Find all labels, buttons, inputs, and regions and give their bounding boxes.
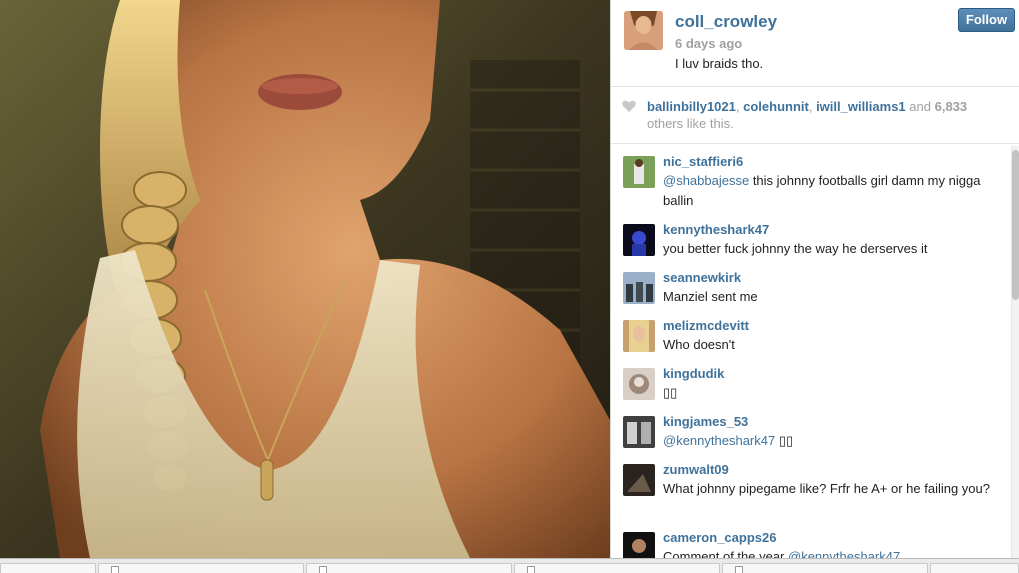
post-timestamp: 6 days ago — [675, 36, 743, 51]
comment-text: What johnny pipegame like? Frfr he A+ or… — [663, 479, 998, 499]
comment-text: @shabbajesse this johnny footballs girl … — [663, 171, 998, 211]
comment-text: you better fuck johnny the way he derser… — [663, 239, 998, 259]
comment-username[interactable]: melizmcdevitt — [663, 318, 749, 333]
taskbar — [0, 558, 1019, 573]
likes-count[interactable]: 6,833 — [935, 99, 968, 114]
taskbar-tab[interactable] — [0, 563, 96, 573]
owner-username[interactable]: coll_crowley — [675, 12, 777, 32]
likes-divider — [611, 143, 1019, 144]
likes-summary: ballinbilly1021, colehunnit, iwill_willi… — [611, 87, 1019, 143]
commenter-avatar[interactable] — [623, 464, 655, 496]
comment-text: Manziel sent me — [663, 287, 998, 307]
follow-button[interactable]: Follow — [958, 8, 1015, 32]
comment-text: ▯▯ — [663, 383, 998, 403]
comment-body: ▯▯ — [663, 385, 678, 400]
comment-body: Comment of the year — [663, 549, 788, 558]
commenter-avatar[interactable] — [623, 156, 655, 188]
comment-body: Manziel sent me — [663, 289, 758, 304]
comment-body: you better fuck johnny the way he derser… — [663, 241, 928, 256]
comment-username[interactable]: kennytheshark47 — [663, 222, 769, 237]
liker-link[interactable]: ballinbilly1021 — [647, 99, 736, 114]
liker-link[interactable]: iwill_williams1 — [816, 99, 906, 114]
post-details-panel: coll_crowley 6 days ago I luv braids tho… — [610, 0, 1019, 558]
comment-username[interactable]: cameron_capps26 — [663, 530, 776, 545]
document-icon — [527, 566, 535, 573]
commenter-avatar[interactable] — [623, 272, 655, 304]
comment-username[interactable]: nic_staffieri6 — [663, 154, 743, 169]
commenter-avatar[interactable] — [623, 224, 655, 256]
selfie-image — [0, 0, 610, 558]
commenter-avatar[interactable] — [623, 368, 655, 400]
taskbar-tab[interactable] — [514, 563, 720, 573]
comment-text: Comment of the year @kennytheshark47 — [663, 547, 998, 558]
owner-avatar[interactable] — [624, 11, 663, 50]
comment-mention[interactable]: @shabbajesse — [663, 173, 749, 188]
comment-username[interactable]: kingdudik — [663, 366, 724, 381]
comment-username[interactable]: zumwalt09 — [663, 462, 729, 477]
commenter-avatar[interactable] — [623, 320, 655, 352]
post-header: coll_crowley 6 days ago I luv braids tho… — [611, 0, 1019, 86]
comment-body: Who doesn't — [663, 337, 735, 352]
document-icon — [111, 566, 119, 573]
likes-and: and — [909, 99, 931, 114]
comment-text: @kennytheshark47 ▯▯ — [663, 431, 998, 451]
post-caption: I luv braids tho. — [675, 56, 764, 71]
comment-body: ▯▯ — [775, 433, 794, 448]
comment-mention[interactable]: @kennytheshark47 — [663, 433, 775, 448]
taskbar-tab[interactable] — [306, 563, 512, 573]
taskbar-tab[interactable] — [98, 563, 304, 573]
taskbar-tab[interactable] — [722, 563, 928, 573]
heart-icon[interactable] — [622, 100, 636, 112]
post-photo[interactable] — [0, 0, 610, 558]
comment-username[interactable]: kingjames_53 — [663, 414, 748, 429]
taskbar-tab[interactable] — [930, 563, 1019, 573]
likes-line: ballinbilly1021, colehunnit, iwill_willi… — [647, 99, 968, 114]
commenter-avatar[interactable] — [623, 532, 655, 558]
commenter-avatar[interactable] — [623, 416, 655, 448]
comment-text: Who doesn't — [663, 335, 998, 355]
comments-scrollbar-thumb[interactable] — [1012, 150, 1019, 300]
likes-suffix: others like this. — [647, 116, 734, 131]
comment-mention[interactable]: @kennytheshark47 — [788, 549, 900, 558]
document-icon — [319, 566, 327, 573]
liker-link[interactable]: colehunnit — [743, 99, 809, 114]
comment-username[interactable]: seannewkirk — [663, 270, 741, 285]
comment-body: What johnny pipegame like? Frfr he A+ or… — [663, 481, 990, 496]
document-icon — [735, 566, 743, 573]
comments-list[interactable]: nic_staffieri6 @shabbajesse this johnny … — [611, 146, 1011, 558]
instagram-photo-page: coll_crowley 6 days ago I luv braids tho… — [0, 0, 1019, 573]
